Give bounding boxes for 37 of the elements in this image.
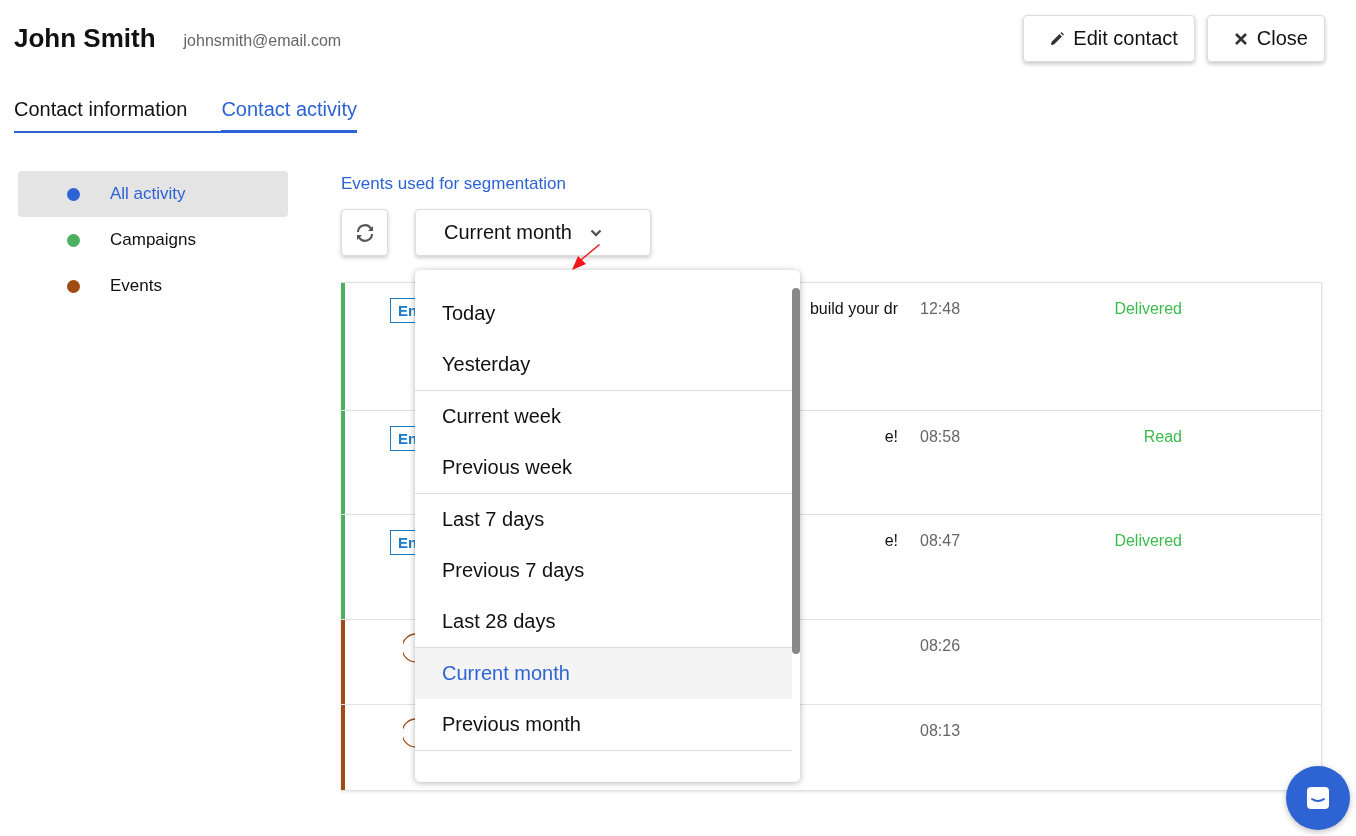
- sidebar-item[interactable]: Campaigns: [18, 217, 288, 263]
- subject-text: e!: [884, 532, 898, 549]
- contact-name: John Smith: [14, 23, 156, 54]
- dropdown-option[interactable]: Yesterday: [415, 339, 792, 390]
- chat-button[interactable]: [1286, 766, 1350, 830]
- time-text: 08:47: [920, 532, 961, 549]
- dropdown-option[interactable]: Previous month: [415, 699, 792, 750]
- chevron-icon: [589, 228, 602, 237]
- pointer-arrow: [570, 243, 602, 271]
- event-icon: [403, 718, 416, 748]
- refresh-button[interactable]: [341, 209, 388, 256]
- status-text: Read: [1143, 428, 1182, 445]
- dropdown-option[interactable]: Last 28 days: [415, 596, 792, 647]
- sidebar-item[interactable]: All activity: [18, 171, 288, 217]
- period-select[interactable]: Current month: [415, 209, 651, 256]
- time-text: 08:13: [920, 722, 961, 739]
- close-icon: [1233, 31, 1248, 46]
- time-text: 08:26: [920, 637, 961, 654]
- contact-email: johnsmith@email.com: [183, 31, 342, 50]
- status-text: Delivered: [1114, 532, 1182, 549]
- pencil-icon: [1050, 31, 1065, 46]
- event-icon: [403, 633, 416, 663]
- dropdown-option[interactable]: Current month: [415, 648, 792, 699]
- close-button[interactable]: Close: [1206, 15, 1325, 62]
- sidebar-item[interactable]: Events: [18, 263, 288, 309]
- refresh-icon: [355, 223, 374, 242]
- edit-contact-button[interactable]: Edit contact: [1023, 15, 1195, 62]
- time-text: 12:48: [920, 300, 961, 317]
- time-text: 08:58: [920, 428, 961, 445]
- status-text: Delivered: [1114, 300, 1182, 317]
- chat-icon: [1305, 785, 1331, 811]
- scrollbar[interactable]: [792, 288, 800, 654]
- subject-text: e!: [884, 428, 898, 445]
- subject-text: build your dr: [809, 300, 898, 317]
- tab[interactable]: Contact activity: [221, 98, 358, 133]
- tab[interactable]: Contact information: [14, 98, 222, 133]
- segmentation-link[interactable]: Events used for segmentation: [341, 174, 1322, 194]
